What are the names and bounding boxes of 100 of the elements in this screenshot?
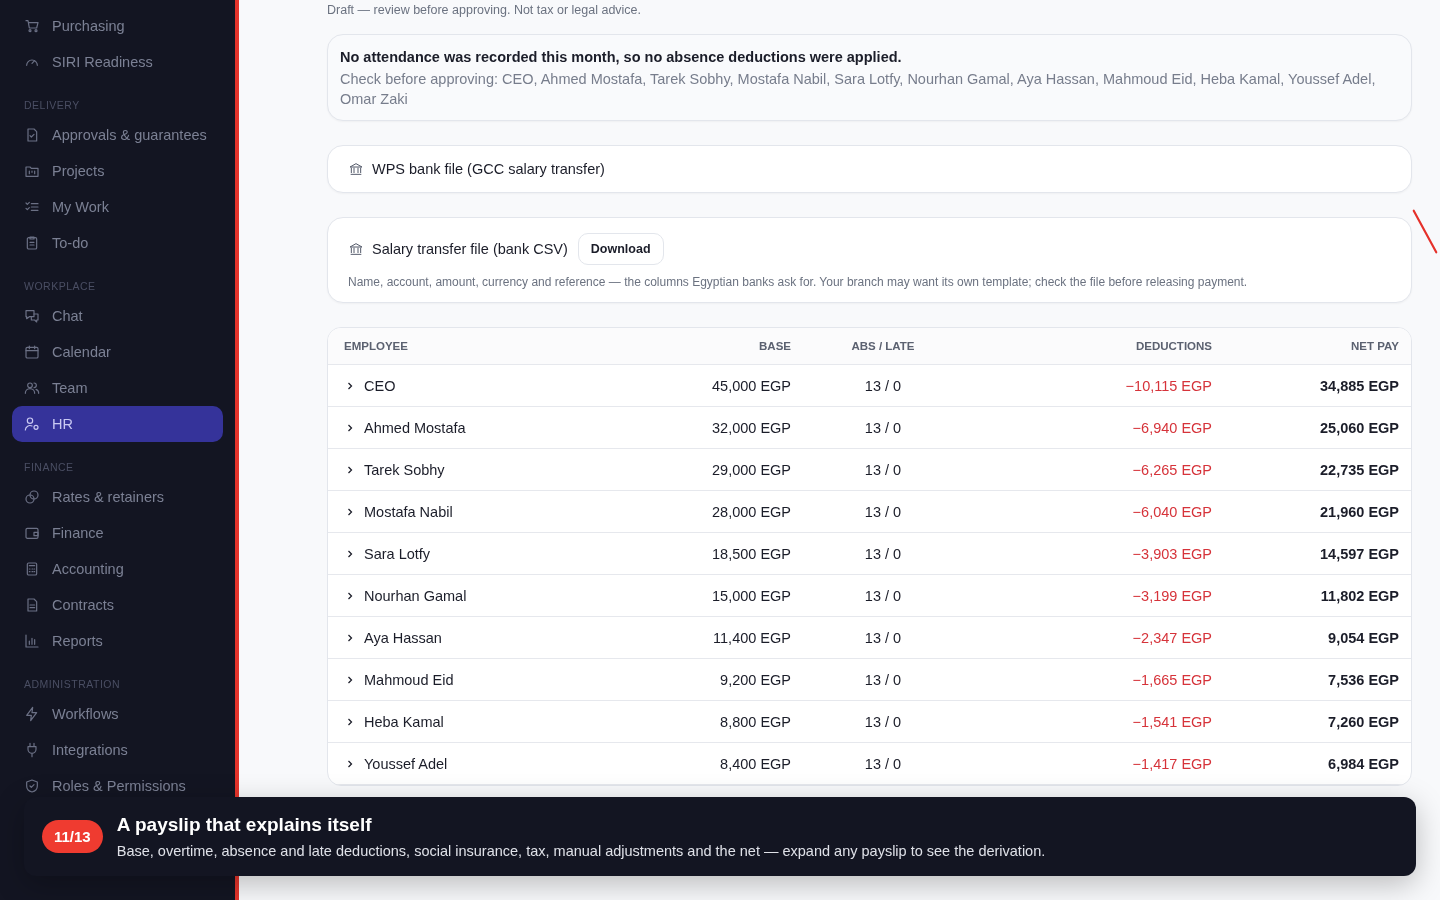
table-cell-text: −10,115 EGP: [1124, 377, 1212, 394]
table-cell-text: −6,940 EGP: [1131, 419, 1212, 436]
employee-name: CEO: [364, 377, 396, 394]
sidebar-item[interactable]: To-do: [12, 225, 223, 261]
tour-description: Base, overtime, absence and late deductions, social insurance, tax, manual adjustments and the net — expand any payslip to see the derivation.: [116, 843, 1046, 859]
people-icon: [24, 380, 40, 396]
employee-name: Sara Lotfy: [364, 545, 431, 562]
table-cell-text: 13 / 0: [863, 713, 903, 730]
table-cell-text: −2,347 EGP: [1131, 629, 1212, 646]
coins-icon: [24, 489, 40, 505]
tour-title: A payslip that explains itself: [116, 814, 373, 836]
file-title: WPS bank file (GCC salary transfer): [372, 161, 605, 177]
sidebar-item[interactable]: HR: [12, 406, 223, 442]
cart-icon: [24, 18, 40, 34]
sidebar-item[interactable]: Calendar: [12, 334, 223, 370]
sidebar-item[interactable]: Finance: [12, 515, 223, 551]
bank-icon: [348, 241, 364, 257]
table-row[interactable]: Sara Lotfy 18,500 EGP 13 / 0 −3,903 EGP 14,597 EGP: [328, 533, 1411, 575]
table-row[interactable]: Aya Hassan 11,400 EGP 13 / 0 −2,347 EGP 9,054 EGP: [328, 617, 1411, 659]
table-cell-text: 22,735 EGP: [1319, 461, 1399, 478]
employee-name: Nourhan Gamal: [364, 587, 467, 604]
table-cell-text: 13 / 0: [863, 629, 903, 646]
table-cell-text: 15,000 EGP: [711, 587, 791, 604]
bank-icon: [348, 161, 364, 177]
table-cell-text: 14,597 EGP: [1319, 545, 1399, 562]
table-row[interactable]: Tarek Sobhy 29,000 EGP 13 / 0 −6,265 EGP 22,735 EGP: [328, 449, 1411, 491]
table-row[interactable]: Mahmoud Eid 9,200 EGP 13 / 0 −1,665 EGP 7,536 EGP: [328, 659, 1411, 701]
table-cell-text: 28,000 EGP: [711, 503, 791, 520]
file-description: Name, account, amount, currency and reference — the columns Egyptian banks ask for. Your branch may want its own template; check the file before releasing payment.: [348, 275, 1248, 289]
section-heading: DELIVERY: [23, 98, 81, 113]
table-cell-text: 25,060 EGP: [1319, 419, 1399, 436]
table-cell-text: 13 / 0: [863, 419, 903, 436]
clipboard-icon: [24, 235, 40, 251]
table-cell-text: 18,500 EGP: [711, 545, 791, 562]
chat-icon: [24, 308, 40, 324]
sidebar-item[interactable]: Purchasing: [12, 8, 223, 44]
employee-name: Tarek Sobhy: [364, 461, 445, 478]
notice-detail: Check before approving: CEO, Ahmed Mostafa, Tarek Sobhy, Mostafa Nabil, Sara Lotfy, Nourhan Gamal, Aya Hassan, Mahmoud Eid, Heba Kamal, Youssef Adel, Omar Zaki: [340, 70, 1377, 109]
sidebar-item[interactable]: SIRI Readiness: [12, 44, 223, 80]
column-header: ABS / LATE: [850, 340, 916, 352]
table-row[interactable]: Heba Kamal 8,800 EGP 13 / 0 −1,541 EGP 7,260 EGP: [328, 701, 1411, 743]
table-cell-text: 13 / 0: [863, 377, 903, 394]
calculator-icon: [24, 561, 40, 577]
sidebar-item[interactable]: My Work: [12, 189, 223, 225]
table-cell-text: 32,000 EGP: [711, 419, 791, 436]
sidebar-item[interactable]: Workflows: [12, 696, 223, 732]
table-cell-text: 11,400 EGP: [712, 629, 791, 646]
table-cell-text: 9,054 EGP: [1327, 629, 1399, 646]
employee-name: Aya Hassan: [364, 629, 442, 646]
table-cell-text: 8,800 EGP: [719, 713, 791, 730]
sidebar-item[interactable]: Team: [12, 370, 223, 406]
table-cell-text: −1,541 EGP: [1131, 713, 1212, 730]
sidebar-item[interactable]: Projects: [12, 153, 223, 189]
step-badge: 11/13: [42, 820, 103, 853]
sidebar-item[interactable]: Approvals & guarantees: [12, 117, 223, 153]
table-row[interactable]: Ahmed Mostafa 32,000 EGP 13 / 0 −6,940 EGP 25,060 EGP: [328, 407, 1411, 449]
table-cell-text: 6,984 EGP: [1327, 755, 1399, 772]
table-cell-text: −3,199 EGP: [1131, 587, 1212, 604]
table-row[interactable]: Youssef Adel 8,400 EGP 13 / 0 −1,417 EGP 6,984 EGP: [328, 743, 1411, 785]
table-row[interactable]: Nourhan Gamal 15,000 EGP 13 / 0 −3,199 EGP 11,802 EGP: [328, 575, 1411, 617]
sidebar-item[interactable]: Rates & retainers: [12, 479, 223, 515]
section-heading: WORKPLACE: [23, 279, 97, 294]
table-row[interactable]: CEO 45,000 EGP 13 / 0 −10,115 EGP 34,885 EGP: [328, 365, 1411, 407]
table-cell-text: −6,265 EGP: [1131, 461, 1212, 478]
download-button[interactable]: Download: [577, 233, 664, 265]
table-cell-text: 8,400 EGP: [719, 755, 791, 772]
table-cell-text: 34,885 EGP: [1319, 377, 1399, 394]
table-cell-text: 11,802 EGP: [1319, 587, 1399, 604]
table-cell-text: −6,040 EGP: [1131, 503, 1212, 520]
sidebar-item[interactable]: Accounting: [12, 551, 223, 587]
sidebar-item[interactable]: Contracts: [12, 587, 223, 623]
person-gear-icon: [24, 416, 40, 432]
table-cell-text: 13 / 0: [863, 755, 903, 772]
draft-note: Draft — review before approving. Not tax or legal advice.: [327, 3, 643, 17]
folder-icon: [24, 163, 40, 179]
calendar-icon: [24, 344, 40, 360]
table-cell-text: −3,903 EGP: [1131, 545, 1212, 562]
shield-icon: [24, 778, 40, 794]
column-header: EMPLOYEE: [344, 340, 409, 352]
table-cell-text: 7,536 EGP: [1327, 671, 1399, 688]
table-cell-text: 13 / 0: [863, 671, 903, 688]
section-heading: ADMINISTRATION: [23, 677, 122, 692]
employee-name: Heba Kamal: [364, 713, 444, 730]
table-cell-text: 29,000 EGP: [711, 461, 791, 478]
table-cell-text: 13 / 0: [863, 587, 903, 604]
document-check-icon: [24, 127, 40, 143]
employee-name: Mostafa Nabil: [364, 503, 453, 520]
column-header: DEDUCTIONS: [1134, 340, 1212, 352]
bar-chart-icon: [24, 633, 40, 649]
employee-name: Mahmoud Eid: [364, 671, 454, 688]
table-row[interactable]: Mostafa Nabil 28,000 EGP 13 / 0 −6,040 EGP 21,960 EGP: [328, 491, 1411, 533]
table-cell-text: 13 / 0: [863, 545, 903, 562]
sidebar-item[interactable]: Integrations: [12, 732, 223, 768]
sidebar-item[interactable]: Roles & Permissions: [12, 768, 223, 804]
employee-name: Ahmed Mostafa: [364, 419, 466, 436]
column-header: BASE: [758, 340, 791, 352]
sidebar-item[interactable]: Reports: [12, 623, 223, 659]
employee-name: Youssef Adel: [364, 755, 448, 772]
sidebar-item[interactable]: Chat: [12, 298, 223, 334]
lightning-icon: [24, 706, 40, 722]
